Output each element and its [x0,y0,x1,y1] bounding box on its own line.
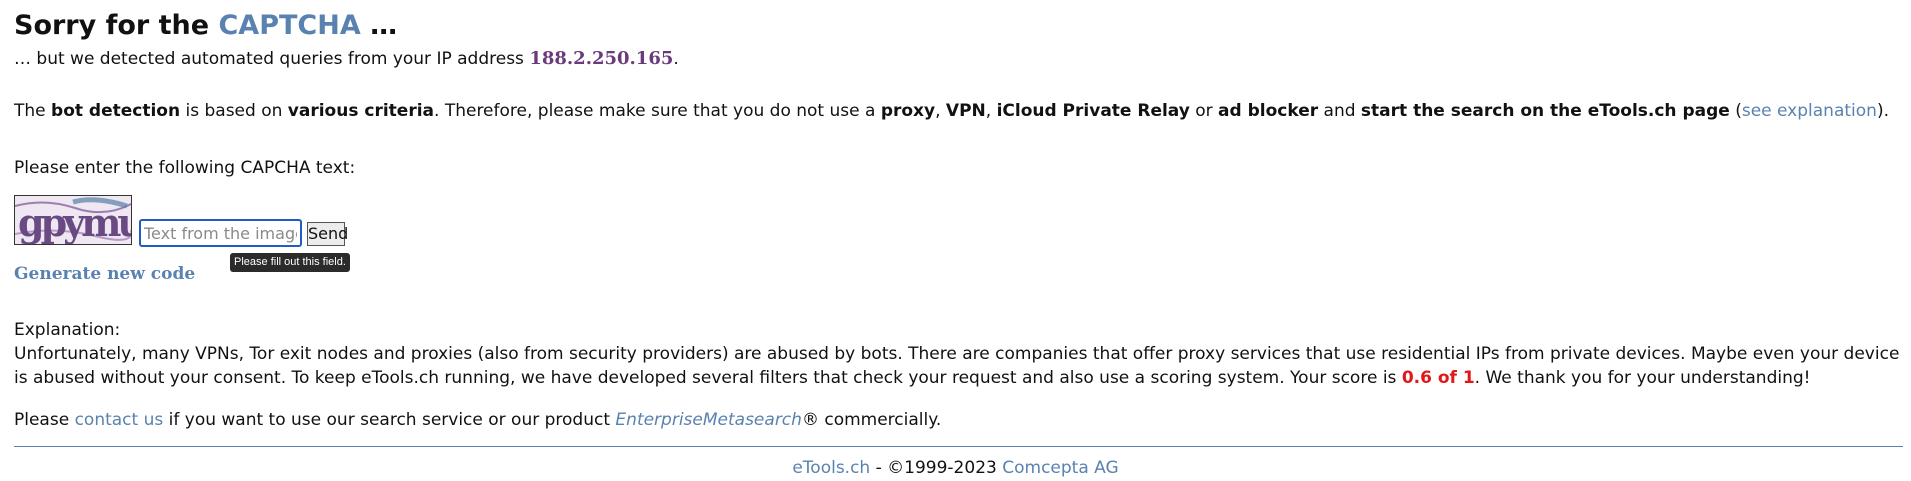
contact-us-link[interactable]: contact us [75,410,164,430]
criteria-text-or: or [1195,101,1213,121]
criteria-text-2: is based on [185,101,283,121]
detection-message: … but we detected automated queries from… [14,47,679,71]
explanation-body: Unfortunately, many VPNs, Tor exit nodes… [14,342,1904,390]
criteria-text-1: The [14,101,46,121]
contact-text-2: if you want to use our search service or… [168,410,611,430]
etools-link[interactable]: eTools.ch [792,458,870,478]
detection-period: . [673,49,679,69]
criteria-ad-blocker: ad blocker [1218,101,1319,121]
criteria-start-search: start the search on the eTools.ch page [1360,101,1730,121]
criteria-icloud-relay: iCloud Private Relay [996,101,1190,121]
captcha-image-graphic: gpymu [15,196,131,244]
criteria-paren-close: ). [1876,101,1889,121]
validation-tooltip: Please fill out this field. [230,253,350,272]
criteria-various: various criteria [287,101,435,121]
contact-message: Please contact us if you want to use our… [14,408,941,432]
score-value: 0.6 of 1 [1401,368,1475,388]
footer: eTools.ch - ©1999-2023 Comcepta AG [0,456,1911,480]
criteria-vpn: VPN [945,101,986,121]
title-prefix: Sorry for the [14,10,210,41]
comcepta-link[interactable]: Comcepta AG [1002,458,1118,478]
title-ellipsis: … [370,10,398,41]
criteria-comma-1: , [935,101,941,121]
criteria-comma-2: , [985,101,992,121]
criteria-bot-detection: bot detection [51,101,181,121]
criteria-text-and: and [1323,101,1356,121]
explanation-heading: Explanation: [14,320,121,340]
ip-address: 188.2.250.165 [529,48,674,69]
contact-text-3: ® commercially. [801,410,942,430]
send-button[interactable]: Send [307,222,348,246]
captcha-page: Sorry for the CAPTCHA … … but we detecte… [0,0,1911,481]
detection-text: … but we detected automated queries from… [14,49,524,69]
see-explanation-link[interactable]: see explanation [1742,101,1877,121]
captcha-text-input[interactable] [139,219,302,247]
explanation-section: Explanation: Unfortunately, many VPNs, T… [14,318,1904,390]
criteria-text-3: . Therefore, please make sure that you d… [434,101,876,121]
generate-new-code-link[interactable]: Generate new code [14,262,195,286]
footer-copyright: - ©1999-2023 [875,458,997,478]
explanation-thanks: . We thank you for your understanding! [1474,368,1811,388]
captcha-prompt: Please enter the following CAPCHA text: [14,158,356,178]
enterprise-metasearch-link[interactable]: EnterpriseMetasearch [615,410,802,430]
title-captcha: CAPTCHA [218,10,361,41]
page-title: Sorry for the CAPTCHA … [14,8,397,44]
criteria-proxy: proxy [880,101,936,121]
footer-divider [14,446,1903,447]
captcha-image: gpymu [14,195,132,245]
contact-text-1: Please [14,410,70,430]
criteria-message: The bot detection is based on various cr… [14,99,1889,123]
criteria-paren-open: ( [1735,101,1742,121]
captcha-image-text: gpymu [18,200,131,244]
